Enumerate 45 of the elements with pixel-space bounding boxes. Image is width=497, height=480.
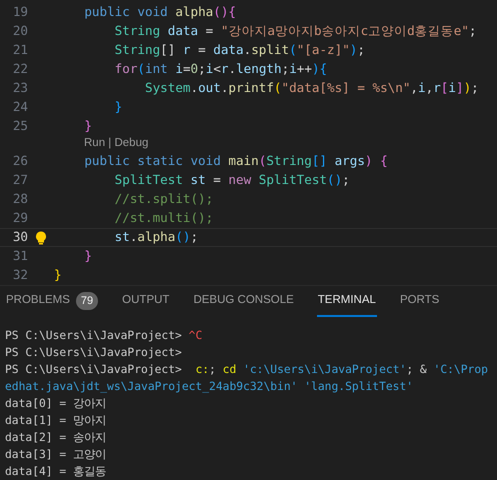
line-number: 24	[12, 98, 28, 116]
code-line: }	[54, 266, 62, 284]
code-line: SplitTest st = new SplitTest();	[114, 171, 350, 190]
code-line: //st.multi();	[114, 209, 214, 228]
terminal-line: edhat.java\jdt_ws\JavaProject_24ab9c32\bin' 'lang.SplitTest'	[5, 379, 414, 395]
line-number: 28	[12, 190, 28, 208]
panel-tab[interactable]: DEBUG CONSOLE	[192, 287, 295, 317]
line-number: 19	[12, 3, 28, 22]
codelens-links[interactable]: Run | Debug	[84, 138, 148, 150]
code-line: public void alpha(){	[83, 3, 236, 22]
code-line: String[] r = data.split("[a-z]");	[114, 41, 365, 60]
line-number: 27	[12, 171, 28, 190]
code-line: st.alpha();	[114, 228, 198, 246]
terminal-line: data[2] = 송아지	[5, 430, 108, 446]
code-line: for(int i=0;i<r.length;i++){	[114, 60, 328, 78]
terminal-line: PS C:\Users\i\JavaProject>	[5, 345, 183, 361]
count-badge: 79	[76, 292, 98, 310]
line-number: 20	[12, 22, 28, 40]
code-line: String data = "강아지a망아지b송아지c고양이d홍길동e";	[114, 22, 476, 40]
panel-tab[interactable]: OUTPUT	[121, 287, 170, 317]
lightbulb-icon[interactable]	[35, 230, 47, 244]
line-number: 22	[12, 60, 28, 78]
line-number: 32	[12, 266, 28, 284]
code-line: }	[114, 98, 122, 116]
code-line: //st.split();	[114, 190, 214, 208]
code-line: public static void main(String[] args) {	[83, 152, 388, 170]
terminal-line: data[1] = 망아지	[5, 413, 108, 429]
panel-tab[interactable]: PROBLEMS 79	[5, 287, 100, 317]
code-line: System.out.printf("data[%s] = %s\n",i,r[i]);	[144, 79, 479, 98]
terminal-line: data[4] = 홍길동	[5, 464, 108, 480]
terminal-line: data[3] = 고양이	[5, 447, 108, 463]
line-number: 30	[12, 228, 28, 246]
code-line: }	[83, 247, 92, 266]
panel-tab[interactable]: PORTS	[398, 287, 440, 317]
code-line: }	[83, 117, 92, 136]
terminal-line: PS C:\Users\i\JavaProject> c:; cd 'c:\Users\i\JavaProject'; & 'C:\Prop	[5, 362, 489, 378]
line-number: 31	[12, 247, 28, 266]
terminal-line: PS C:\Users\i\JavaProject> ^C	[5, 328, 204, 344]
panel-tab[interactable]: TERMINAL	[316, 287, 377, 317]
line-number: 21	[12, 41, 28, 60]
line-number: 25	[12, 117, 28, 136]
line-number: 23	[12, 79, 28, 98]
line-number: 26	[12, 152, 28, 170]
terminal-line: data[0] = 강아지	[5, 396, 108, 412]
line-number: 29	[12, 209, 28, 228]
